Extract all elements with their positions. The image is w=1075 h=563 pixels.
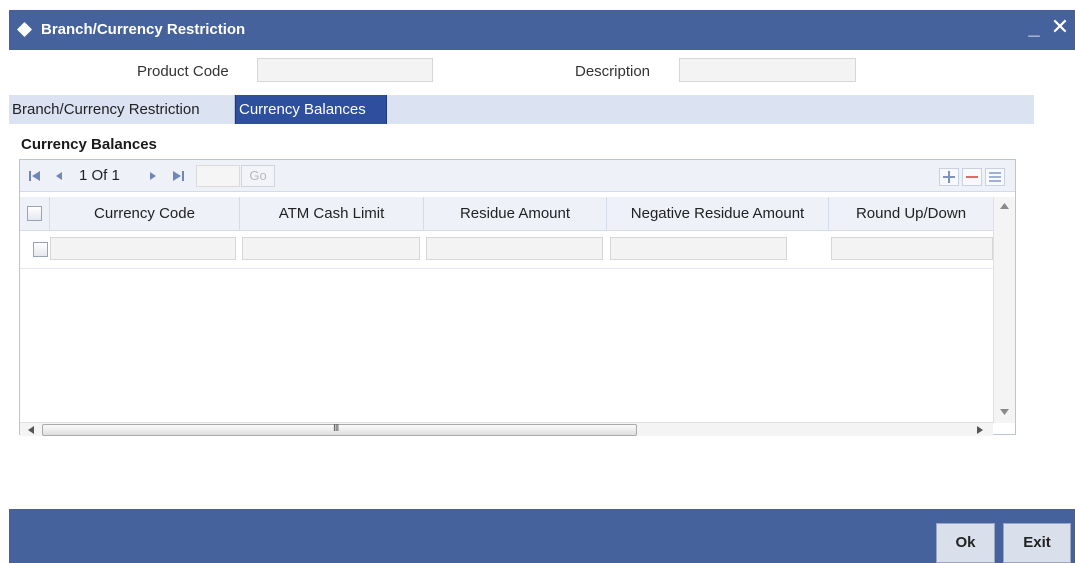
currency-balances-grid: 1 Of 1 Go Currency Code ATM Cash Limit R… xyxy=(19,159,1016,436)
grid-header-row: Currency Code ATM Cash Limit Residue Amo… xyxy=(20,197,993,231)
grid-pager: 1 Of 1 Go xyxy=(20,160,1015,192)
add-row-button[interactable] xyxy=(939,168,959,186)
first-page-icon[interactable] xyxy=(28,168,42,184)
column-header-residue-amount[interactable]: Residue Amount xyxy=(424,197,607,231)
minimize-button[interactable]: _ xyxy=(1026,16,1042,40)
atm-cash-limit-field[interactable] xyxy=(242,237,420,260)
page-number-input[interactable] xyxy=(196,165,240,187)
horizontal-scroll-thumb[interactable]: III xyxy=(42,423,637,436)
column-header-atm-cash-limit[interactable]: ATM Cash Limit xyxy=(240,197,424,231)
view-list-icon xyxy=(989,172,1001,182)
column-header-negative-residue-amount[interactable]: Negative Residue Amount xyxy=(607,197,829,231)
section-title: Currency Balances xyxy=(21,136,157,153)
title-bar: Branch/Currency Restriction _ ✕ xyxy=(9,10,1075,50)
branch-currency-restriction-window: Branch/Currency Restriction _ ✕ Product … xyxy=(9,10,1075,563)
select-all-cell xyxy=(20,197,50,231)
tab-currency-balances[interactable]: Currency Balances xyxy=(235,95,387,124)
table-row xyxy=(20,237,993,269)
select-all-checkbox[interactable] xyxy=(27,206,42,221)
round-up-down-field[interactable] xyxy=(831,237,993,260)
go-button[interactable]: Go xyxy=(241,165,275,187)
description-label: Description xyxy=(575,63,651,80)
product-code-label: Product Code xyxy=(137,63,229,80)
scroll-right-icon[interactable] xyxy=(977,426,983,434)
prev-page-icon[interactable] xyxy=(54,168,64,184)
ok-button[interactable]: Ok xyxy=(936,523,995,563)
view-list-button[interactable] xyxy=(985,168,1005,186)
negative-residue-amount-field[interactable] xyxy=(610,237,787,260)
next-page-icon[interactable] xyxy=(148,168,158,184)
last-page-icon[interactable] xyxy=(171,168,185,184)
column-header-round-up-down[interactable]: Round Up/Down xyxy=(829,197,993,231)
window-title: Branch/Currency Restriction xyxy=(41,21,246,38)
diamond-icon xyxy=(17,22,32,37)
description-field[interactable] xyxy=(679,58,856,82)
residue-amount-field[interactable] xyxy=(426,237,603,260)
delete-row-button[interactable] xyxy=(962,168,982,186)
add-row-icon xyxy=(943,171,955,183)
footer-bar: Ok Exit xyxy=(9,509,1075,563)
scroll-down-icon[interactable] xyxy=(1000,409,1009,415)
column-header-currency-code[interactable]: Currency Code xyxy=(50,197,240,231)
scroll-up-icon[interactable] xyxy=(1000,203,1009,209)
tab-branch-currency-restriction[interactable]: Branch/Currency Restriction xyxy=(9,95,235,124)
row-select-checkbox[interactable] xyxy=(33,242,48,257)
close-button[interactable]: ✕ xyxy=(1049,14,1071,40)
currency-code-field[interactable] xyxy=(50,237,236,260)
horizontal-scrollbar[interactable]: III xyxy=(20,422,993,436)
vertical-scrollbar[interactable] xyxy=(993,197,1015,423)
delete-row-icon xyxy=(966,176,978,178)
scroll-grip: III xyxy=(333,423,339,434)
scroll-left-icon[interactable] xyxy=(28,426,34,434)
product-code-field[interactable] xyxy=(257,58,433,82)
exit-button[interactable]: Exit xyxy=(1003,523,1071,563)
page-indicator: 1 Of 1 xyxy=(79,167,120,184)
tab-strip: Branch/Currency Restriction Currency Bal… xyxy=(9,95,1034,124)
